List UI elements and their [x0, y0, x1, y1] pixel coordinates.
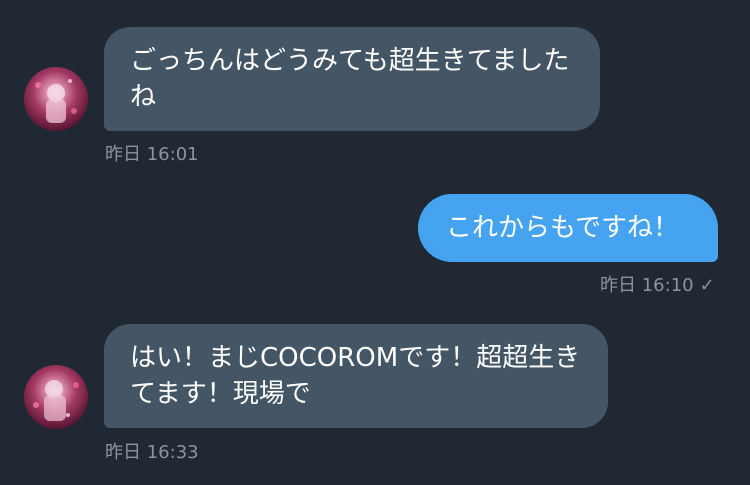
message-bubble-outgoing[interactable]: これからもですね！ — [418, 194, 718, 262]
message-timestamp: 昨日 16:33 — [105, 442, 199, 463]
checkmark-icon: ✓ — [699, 275, 715, 296]
contact-avatar[interactable] — [24, 67, 88, 131]
message-timestamp: 昨日 16:10 — [600, 275, 694, 296]
message-meta-outgoing: 昨日 16:10 ✓ — [600, 275, 715, 297]
contact-avatar[interactable] — [24, 365, 88, 429]
message-bubble-incoming[interactable]: はい！まじCOCOROMです！超超生きてます！現場で — [104, 324, 608, 428]
message-timestamp: 昨日 16:01 — [105, 144, 199, 165]
message-bubble-incoming[interactable]: ごっちんはどうみても超生きてましたね — [104, 27, 600, 131]
